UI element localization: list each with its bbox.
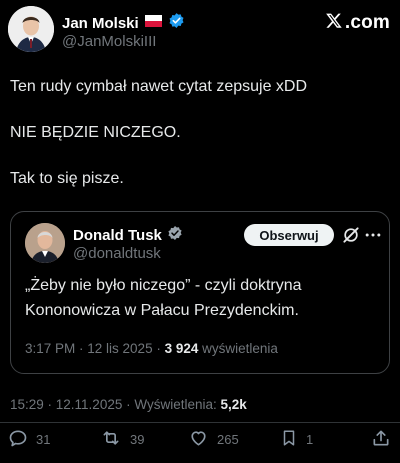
post-header: Jan Molski @JanMolskiIII .com <box>8 6 390 52</box>
reply-count: 31 <box>36 432 51 447</box>
quoted-author-name-row: Donald Tusk <box>73 225 183 246</box>
reply-icon <box>8 428 28 451</box>
quoted-author-handle[interactable]: @donaldtusk <box>73 245 161 262</box>
share-icon <box>371 428 391 451</box>
like-count: 265 <box>217 432 239 447</box>
repost-button[interactable]: 39 <box>100 428 144 451</box>
repost-icon <box>100 428 122 451</box>
post-meta: 15:29 · 12.11.2025 · Wyświetlenia: 5,2k <box>10 397 247 412</box>
quoted-post-card[interactable]: Donald Tusk @donaldtusk Obserwuj „Żeby n… <box>10 211 390 374</box>
like-button[interactable]: 265 <box>188 428 239 451</box>
quoted-text-line-2: Kononowicza w Pałacu Prezydenckim. <box>25 302 299 319</box>
action-bar: 31 39 265 1 <box>0 428 400 450</box>
x-com-logo: .com <box>325 12 390 34</box>
bookmark-count: 1 <box>306 432 314 447</box>
post-timestamp[interactable]: 15:29 · 12.11.2025 · <box>10 397 134 412</box>
post-text-line-3: Tak to się pisze. <box>10 170 124 187</box>
quoted-views-label: wyświetlenia <box>198 341 278 356</box>
author-avatar[interactable] <box>8 6 54 52</box>
quoted-text-line-1: „Żeby nie było niczego” - czyli doktryna <box>25 277 302 294</box>
author-handle[interactable]: @JanMolskiIII <box>62 33 156 50</box>
x-logo-text: .com <box>344 12 390 33</box>
reply-button[interactable]: 31 <box>8 428 50 451</box>
follow-button[interactable]: Obserwuj <box>244 224 334 246</box>
share-button[interactable] <box>371 428 391 451</box>
bookmark-button[interactable]: 1 <box>280 428 313 451</box>
quoted-views-count: 3 924 <box>164 341 199 356</box>
author-name[interactable]: Jan Molski <box>62 15 139 32</box>
quoted-author-avatar[interactable] <box>25 223 65 263</box>
post-text-line-1: Ten rudy cymbał nawet cytat zepsuje xDD <box>10 78 308 95</box>
bookmark-icon <box>280 428 298 451</box>
x-logo-icon <box>325 12 343 34</box>
verified-badge-icon <box>168 12 185 34</box>
polish-flag-icon <box>144 14 162 32</box>
quoted-author-name[interactable]: Donald Tusk <box>73 227 162 244</box>
author-name-row: Jan Molski <box>62 12 185 34</box>
like-icon <box>188 428 209 451</box>
quoted-post-meta: 3:17 PM · 12 lis 2025 · 3 924 wyświetlen… <box>25 341 278 356</box>
repost-count: 39 <box>130 432 145 447</box>
views-count: 5,2k <box>220 397 247 412</box>
quoted-timestamp[interactable]: 3:17 PM · 12 lis 2025 · <box>25 341 165 356</box>
grok-icon[interactable] <box>341 225 361 250</box>
divider <box>0 422 400 423</box>
views-label: Wyświetlenia: <box>134 397 221 412</box>
verified-badge-icon <box>167 225 183 246</box>
more-icon[interactable] <box>363 225 383 250</box>
post-text-line-2: NIE BĘDZIE NICZEGO. <box>10 124 181 141</box>
